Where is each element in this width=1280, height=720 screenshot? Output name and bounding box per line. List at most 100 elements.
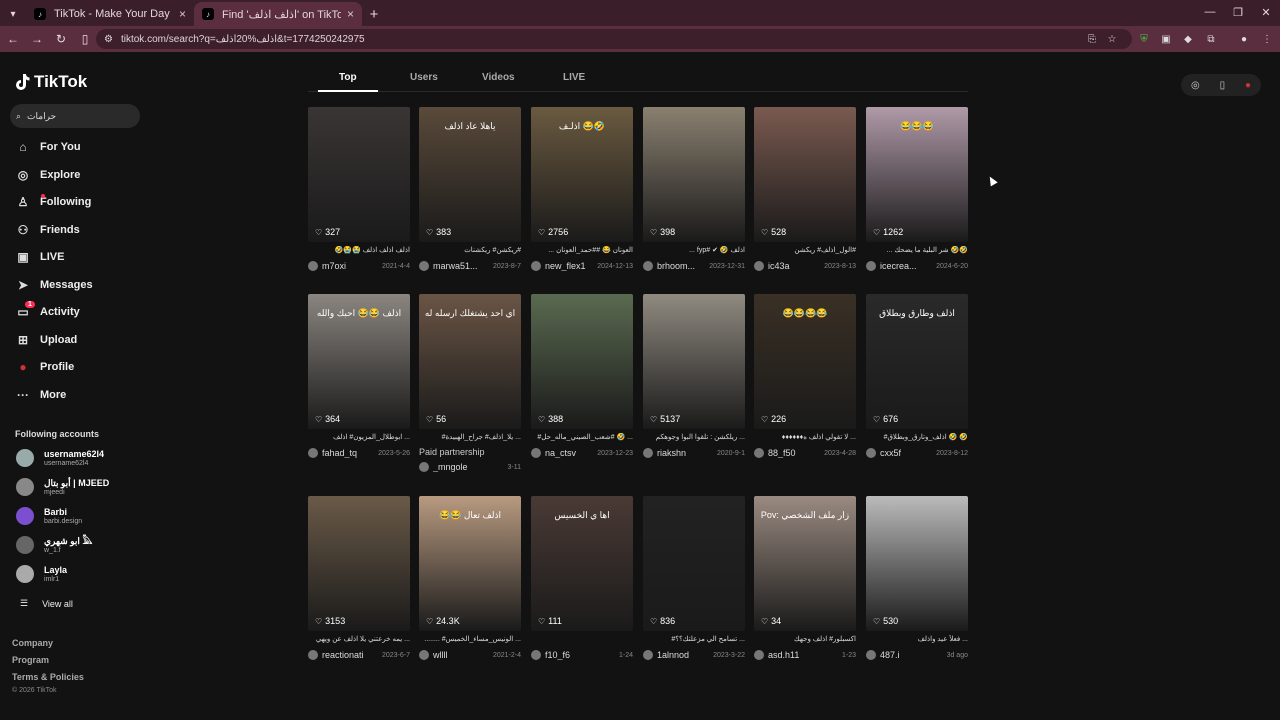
author-username[interactable]: f10_f6 (545, 650, 615, 660)
video-thumbnail[interactable]: 😂😂😂 ♡ 1262 (866, 107, 968, 242)
video-card[interactable]: ♡ 3153 ... يمه خرعتني يلا اذلف عن ويهي reac… (308, 496, 410, 661)
avatar[interactable] (643, 650, 653, 660)
author-username[interactable]: 88_f50 (768, 448, 820, 458)
bookmark-star-icon[interactable]: ☆ (1104, 31, 1120, 47)
video-thumbnail[interactable]: اذلـف 😂🤣 ♡ 2756 (531, 107, 633, 242)
nav-upload[interactable]: ⊞ Upload (14, 329, 77, 351)
following-account[interactable]: Barbi barbi.design (16, 504, 82, 528)
video-caption[interactable]: ... الونيس_مساء_الخميس# ........ (419, 635, 521, 645)
author-username[interactable]: ic43a (768, 261, 820, 271)
avatar[interactable] (866, 448, 876, 458)
video-card[interactable]: ياهلا عاد اذلف ♡ 383 #ريكشن# ريكشنات marwa51… (419, 107, 521, 272)
close-window-icon[interactable]: ✕ (1252, 0, 1280, 24)
video-card[interactable]: اذلف 😂😂 احبك والله ♡ 364 ... ابوطلال_المزيو… (308, 294, 410, 459)
video-thumbnail[interactable]: ♡ 836 (643, 496, 745, 631)
video-thumbnail[interactable]: ♡ 388 (531, 294, 633, 429)
video-caption[interactable]: #الول_اذلف# ريكشن (754, 246, 856, 256)
video-card[interactable]: ♡ 530 ... فعلاً عيد واذلف 487.i 3d ago (866, 496, 968, 661)
video-card[interactable]: ♡ 388 ... 🤣 #شعب_الصيني_ماله_حل# na_ctsv 202… (531, 294, 633, 459)
footer-terms[interactable]: Terms & Policies (12, 672, 84, 682)
author-username[interactable]: wllll (433, 650, 489, 660)
author-username[interactable]: icecrea... (880, 261, 932, 271)
compass-icon[interactable]: ◎ (1191, 80, 1200, 91)
author-username[interactable]: 487.i (880, 650, 943, 660)
avatar[interactable] (419, 462, 429, 472)
video-thumbnail[interactable]: 😂😂😂😂 ♡ 226 (754, 294, 856, 429)
video-caption[interactable]: اكسبلور# اذلف وجهك (754, 635, 856, 645)
search-input[interactable]: ⌕ حرامات (10, 104, 140, 128)
video-thumbnail[interactable]: Pov: زار ملف الشخصي ♡ 34 (754, 496, 856, 631)
new-tab-button[interactable]: + (362, 2, 386, 26)
following-account[interactable]: ابو شهري 𓅓 w_1.f (16, 533, 92, 557)
video-thumbnail[interactable]: 😂😂 اذلف تعال ♡ 24.3K (419, 496, 521, 631)
device-icon[interactable]: ▯ (1220, 80, 1226, 91)
video-card[interactable]: 😂😂😂😂 ♡ 226 ... لا تقولي اذلف ه♦♦♦♦♦♦ 88_f50 2… (754, 294, 856, 459)
video-card[interactable]: ♡ 327 اذلف اذلف اذلف 😭😭🤣 m7oxi 2021-4-4 (308, 107, 410, 272)
avatar[interactable]: ● (1245, 80, 1251, 91)
video-caption[interactable]: ... 🤣 #شعب_الصيني_ماله_حل# (531, 433, 633, 443)
nav-messages[interactable]: ➤ Messages (14, 274, 93, 296)
nav-more[interactable]: ··· More (14, 384, 66, 406)
video-card[interactable]: اذلف وطارق وبطلاق ♡ 676 🤣 🤣 اذلف_وتارق_وبطل… (866, 294, 968, 459)
video-caption[interactable]: اذلف 🤣 ✔ #fyp ... (643, 246, 745, 256)
back-icon[interactable]: ← (2, 28, 24, 50)
avatar[interactable] (419, 261, 429, 271)
nav-profile[interactable]: ● Profile (14, 356, 74, 378)
tab-users[interactable]: Users (410, 72, 438, 83)
avatar[interactable] (531, 261, 541, 271)
maximize-icon[interactable]: ❐ (1224, 0, 1252, 24)
following-account[interactable]: أبو بتال | MJEED mjeedi (16, 475, 109, 499)
author-username[interactable]: m7oxi (322, 261, 378, 271)
author-username[interactable]: fahad_tq (322, 448, 374, 458)
author-username[interactable]: marwa51... (433, 261, 489, 271)
forward-icon[interactable]: → (26, 28, 48, 50)
video-card[interactable]: Pov: زار ملف الشخصي ♡ 34 اكسبلور# اذلف وجهك… (754, 496, 856, 661)
video-caption[interactable]: ... فعلاً عيد واذلف (866, 635, 968, 645)
avatar[interactable] (531, 448, 541, 458)
video-caption[interactable]: ... ابوطلال_المزيون# اذلف (308, 433, 410, 443)
nav-friends[interactable]: ⚇ Friends (14, 219, 80, 241)
reload-icon[interactable]: ↻ (50, 28, 72, 50)
author-username[interactable]: reactionati (322, 650, 378, 660)
video-card[interactable]: 😂😂 اذلف تعال ♡ 24.3K ... الونيس_مساء_الخميس… (419, 496, 521, 661)
video-thumbnail[interactable]: اي احد يشتغلك ارسله له ♡ 56 (419, 294, 521, 429)
video-thumbnail[interactable]: ♡ 528 (754, 107, 856, 242)
following-account[interactable]: Layla imlr1 (16, 562, 67, 586)
extension-icon[interactable]: ◆ (1180, 31, 1196, 47)
video-caption[interactable]: العونان 😂 ##حمد_العونان ... (531, 246, 633, 256)
following-account[interactable]: username62l4 username62l4 (16, 446, 104, 470)
tab-live[interactable]: LIVE (563, 72, 585, 83)
avatar[interactable] (643, 448, 653, 458)
video-thumbnail[interactable]: ♡ 5137 (643, 294, 745, 429)
footer-program[interactable]: Program (12, 655, 49, 665)
puzzle-extensions-icon[interactable]: ⧉ (1203, 31, 1219, 47)
avatar[interactable] (866, 261, 876, 271)
tiktok-logo[interactable]: TikTok (14, 72, 87, 92)
video-caption[interactable]: اذلف اذلف اذلف 😭😭🤣 (308, 246, 410, 256)
video-thumbnail[interactable]: اذلف 😂😂 احبك والله ♡ 364 (308, 294, 410, 429)
video-thumbnail[interactable]: ياهلا عاد اذلف ♡ 383 (419, 107, 521, 242)
author-username[interactable]: na_ctsv (545, 448, 593, 458)
video-card[interactable]: ♡ 528 #الول_اذلف# ريكشن ic43a 2023-8-13 (754, 107, 856, 272)
install-app-icon[interactable]: ⎘ (1084, 31, 1100, 47)
author-username[interactable]: brhoom... (657, 261, 705, 271)
nav-following[interactable]: ♙ Following (14, 191, 91, 213)
avatar[interactable] (308, 650, 318, 660)
avatar[interactable] (754, 261, 764, 271)
menu-kebab-icon[interactable]: ⋮ (1259, 31, 1275, 47)
nav-explore[interactable]: ◎ Explore (14, 164, 81, 186)
video-thumbnail[interactable]: اذلف وطارق وبطلاق ♡ 676 (866, 294, 968, 429)
video-card[interactable]: اها ي الخسيس ♡ 111 f10_f6 1-24 (531, 496, 633, 661)
video-caption[interactable]: ... ريلكشن : تلقوا البوا وجوهكم (643, 433, 745, 443)
video-caption[interactable]: ... يمه خرعتني يلا اذلف عن ويهي (308, 635, 410, 645)
video-thumbnail[interactable]: ♡ 398 (643, 107, 745, 242)
author-username[interactable]: new_flex1 (545, 261, 593, 271)
avatar[interactable] (866, 650, 876, 660)
avatar[interactable] (643, 261, 653, 271)
view-all-button[interactable]: ☰ View all (20, 598, 73, 609)
footer-company[interactable]: Company (12, 638, 53, 648)
nav-live[interactable]: ▣ LIVE (14, 246, 64, 268)
video-card[interactable]: 😂😂😂 ♡ 1262 🤣🤣 شر البلية ما يضحك ... icecrea.… (866, 107, 968, 272)
site-info-icon[interactable]: ⚙ (104, 34, 113, 45)
close-tab-icon[interactable]: × (179, 7, 186, 21)
